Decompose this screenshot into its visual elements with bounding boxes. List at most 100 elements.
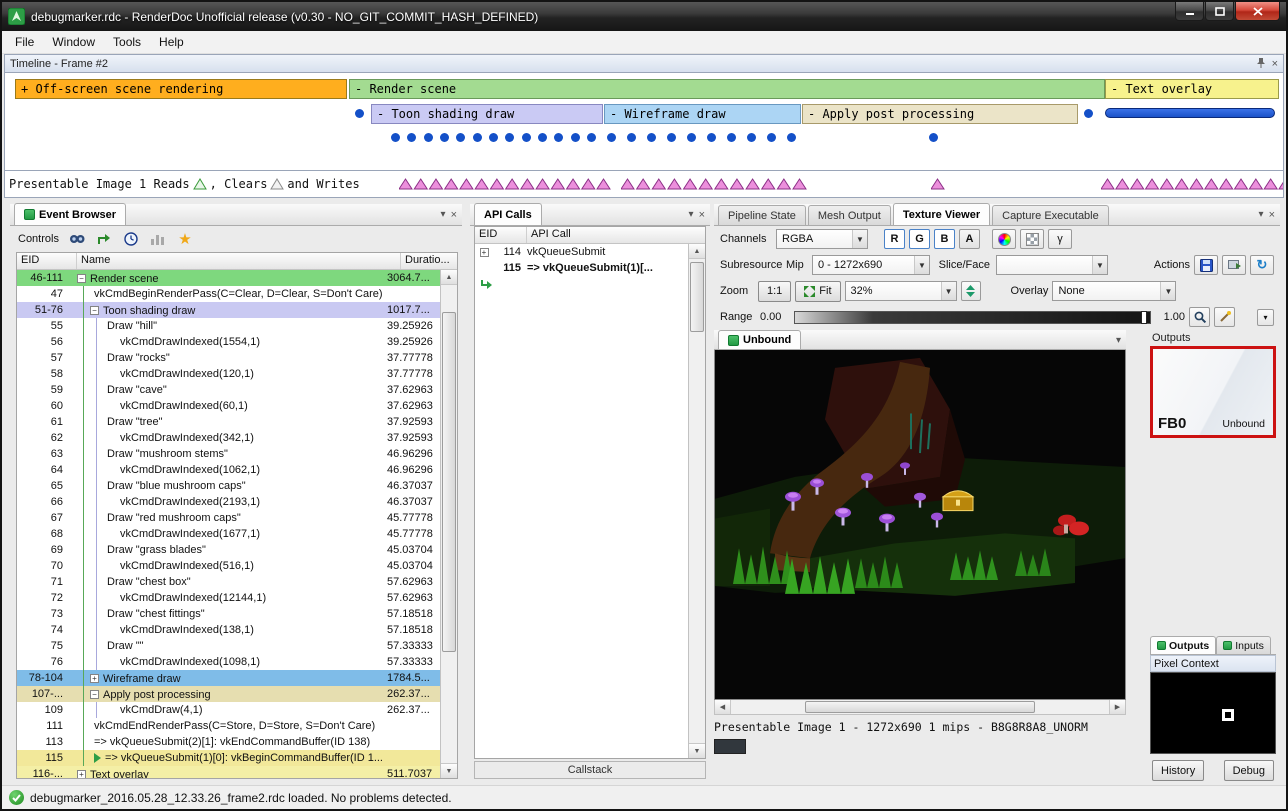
timeline-canvas[interactable]: Presentable Image 1 Reads , Clears and W… xyxy=(4,73,1284,198)
timeline-marker-bar[interactable]: - Apply post processing xyxy=(802,104,1078,124)
event-row[interactable]: 47vkCmdBeginRenderPass(C=Clear, D=Clear,… xyxy=(17,286,440,302)
event-row[interactable]: 115=> vkQueueSubmit(1)[0]: vkBeginComman… xyxy=(17,750,440,766)
menu-window[interactable]: Window xyxy=(43,32,104,52)
draw-call-dot[interactable] xyxy=(505,133,514,142)
chevron-down-icon[interactable]: ▾ xyxy=(441,209,446,221)
close-icon[interactable]: × xyxy=(451,209,457,221)
history-button[interactable]: History xyxy=(1152,760,1204,781)
event-row[interactable]: 109vkCmdDraw(4,1)262.37... xyxy=(17,702,440,718)
event-row[interactable]: 61Draw "tree"37.92593 xyxy=(17,414,440,430)
draw-call-dot[interactable] xyxy=(667,133,676,142)
range-slider-thumb[interactable] xyxy=(1141,311,1147,324)
tab-api-calls[interactable]: API Calls xyxy=(474,203,542,225)
draw-call-dot[interactable] xyxy=(407,133,416,142)
event-row[interactable]: 66vkCmdDrawIndexed(2193,1)46.37037 xyxy=(17,494,440,510)
draw-call-dot[interactable] xyxy=(473,133,482,142)
event-row[interactable]: 62vkCmdDrawIndexed(342,1)37.92593 xyxy=(17,430,440,446)
event-row[interactable]: 113=> vkQueueSubmit(2)[1]: vkEndCommandB… xyxy=(17,734,440,750)
pixel-context-view[interactable] xyxy=(1150,672,1276,754)
draw-call-dot[interactable] xyxy=(391,133,400,142)
maximize-button[interactable] xyxy=(1205,2,1234,21)
timeline-titlebar[interactable]: Timeline - Frame #2 × xyxy=(4,54,1284,73)
bookmark-star-icon[interactable]: ★ xyxy=(176,230,194,248)
event-row[interactable]: 70vkCmdDrawIndexed(516,1)45.03704 xyxy=(17,558,440,574)
api-call-row[interactable]: 115=> vkQueueSubmit(1)[... xyxy=(475,260,688,276)
draw-call-dot[interactable] xyxy=(747,133,756,142)
draw-call-dot[interactable] xyxy=(607,133,616,142)
tab-event-browser[interactable]: Event Browser xyxy=(14,203,126,225)
fb0-thumbnail[interactable]: FB0 Unbound xyxy=(1150,346,1276,438)
close-icon[interactable]: × xyxy=(1269,209,1275,221)
draw-call-dot[interactable] xyxy=(929,133,938,142)
timeline-event-bar[interactable] xyxy=(1105,108,1275,118)
scroll-up-icon[interactable]: ▲ xyxy=(441,270,457,285)
event-row[interactable]: 71Draw "chest box"57.62963 xyxy=(17,574,440,590)
column-duration[interactable]: Duratio... xyxy=(401,253,457,269)
event-row[interactable]: 73Draw "chest fittings"57.18518 xyxy=(17,606,440,622)
tab-outputs[interactable]: Outputs xyxy=(1150,636,1216,654)
draw-call-dot[interactable] xyxy=(787,133,796,142)
channels-select[interactable]: RGBA ▼ xyxy=(776,229,868,249)
event-row[interactable]: 111vkCmdEndRenderPass(C=Store, D=Store, … xyxy=(17,718,440,734)
event-row[interactable]: 78-104+Wireframe draw1784.5... xyxy=(17,670,440,686)
api-call-row[interactable]: +114vkQueueSubmit xyxy=(475,244,688,260)
save-button[interactable] xyxy=(1194,255,1218,275)
event-row[interactable]: 116-...+Text overlay511.7037 xyxy=(17,766,440,778)
scroll-down-icon[interactable]: ▼ xyxy=(689,743,705,758)
event-row[interactable]: 63Draw "mushroom stems"46.96296 xyxy=(17,446,440,462)
api-calls-scrollbar[interactable]: ▲ ▼ xyxy=(688,244,705,758)
slice-face-select[interactable]: ▼ xyxy=(996,255,1108,275)
callstack-bar[interactable]: Callstack xyxy=(474,761,706,779)
close-button[interactable] xyxy=(1235,2,1280,21)
channel-r-button[interactable]: R xyxy=(884,229,905,249)
draw-call-dot[interactable] xyxy=(522,133,531,142)
chart-icon[interactable] xyxy=(149,230,167,248)
chevron-down-icon[interactable]: ▾ xyxy=(1116,335,1121,346)
timeline-marker-bar[interactable]: - Text overlay xyxy=(1105,79,1279,99)
zoom-range-button[interactable] xyxy=(1189,307,1210,327)
zoom-1to1-button[interactable]: 1:1 xyxy=(758,281,791,302)
event-row[interactable]: 59Draw "cave"37.62963 xyxy=(17,382,440,398)
close-icon[interactable]: × xyxy=(699,209,705,221)
checkerboard-button[interactable] xyxy=(1020,229,1044,249)
draw-call-dot[interactable] xyxy=(424,133,433,142)
jump-to-eid-icon[interactable] xyxy=(95,230,113,248)
scroll-down-icon[interactable]: ▼ xyxy=(441,763,457,778)
refresh-button[interactable]: ↻ xyxy=(1250,255,1274,275)
minimize-button[interactable] xyxy=(1175,2,1204,21)
event-row[interactable]: 55Draw "hill"39.25926 xyxy=(17,318,440,334)
writes-triangle-group[interactable] xyxy=(399,178,611,190)
tree-expander-icon[interactable]: − xyxy=(77,274,86,283)
column-eid[interactable]: EID xyxy=(475,227,527,243)
timeline-marker-bar[interactable]: - Wireframe draw xyxy=(604,104,801,124)
event-row[interactable]: 57Draw "rocks"37.77778 xyxy=(17,350,440,366)
menu-tools[interactable]: Tools xyxy=(104,32,150,52)
draw-call-dot[interactable] xyxy=(767,133,776,142)
timeline-marker-bar[interactable]: - Toon shading draw xyxy=(371,104,603,124)
zoom-select[interactable]: 32% ▼ xyxy=(845,281,957,301)
event-browser-scrollbar[interactable]: ▲ ▼ xyxy=(440,270,457,778)
column-eid[interactable]: EID xyxy=(17,253,77,269)
draw-call-dot[interactable] xyxy=(707,133,716,142)
channel-a-button[interactable]: A xyxy=(959,229,980,249)
tree-expander-icon[interactable]: + xyxy=(90,674,99,683)
draw-call-dot[interactable] xyxy=(489,133,498,142)
overlay-select[interactable]: None ▼ xyxy=(1052,281,1176,301)
timeline-marker-bar[interactable]: + Off-screen scene rendering xyxy=(15,79,347,99)
tree-expander-icon[interactable]: + xyxy=(77,770,86,778)
scroll-left-icon[interactable]: ◀ xyxy=(715,700,731,714)
column-api-call[interactable]: API Call xyxy=(527,227,705,243)
draw-call-dot[interactable] xyxy=(1084,109,1093,118)
event-row[interactable]: 65Draw "blue mushroom caps"46.37037 xyxy=(17,478,440,494)
flip-y-button[interactable] xyxy=(961,281,981,301)
event-row[interactable]: 56vkCmdDrawIndexed(1554,1)39.25926 xyxy=(17,334,440,350)
timeline-marker-bar[interactable]: - Render scene xyxy=(349,79,1105,99)
zoom-fit-button[interactable]: Fit xyxy=(795,281,840,302)
tab-unbound-texture[interactable]: Unbound xyxy=(718,330,801,349)
menu-file[interactable]: File xyxy=(6,32,43,52)
find-icon[interactable] xyxy=(68,230,86,248)
tab-pipeline-state[interactable]: Pipeline State xyxy=(718,205,806,225)
column-name[interactable]: Name xyxy=(77,253,401,269)
event-row[interactable]: 68vkCmdDrawIndexed(1677,1)45.77778 xyxy=(17,526,440,542)
event-row[interactable]: 51-76−Toon shading draw1017.7... xyxy=(17,302,440,318)
